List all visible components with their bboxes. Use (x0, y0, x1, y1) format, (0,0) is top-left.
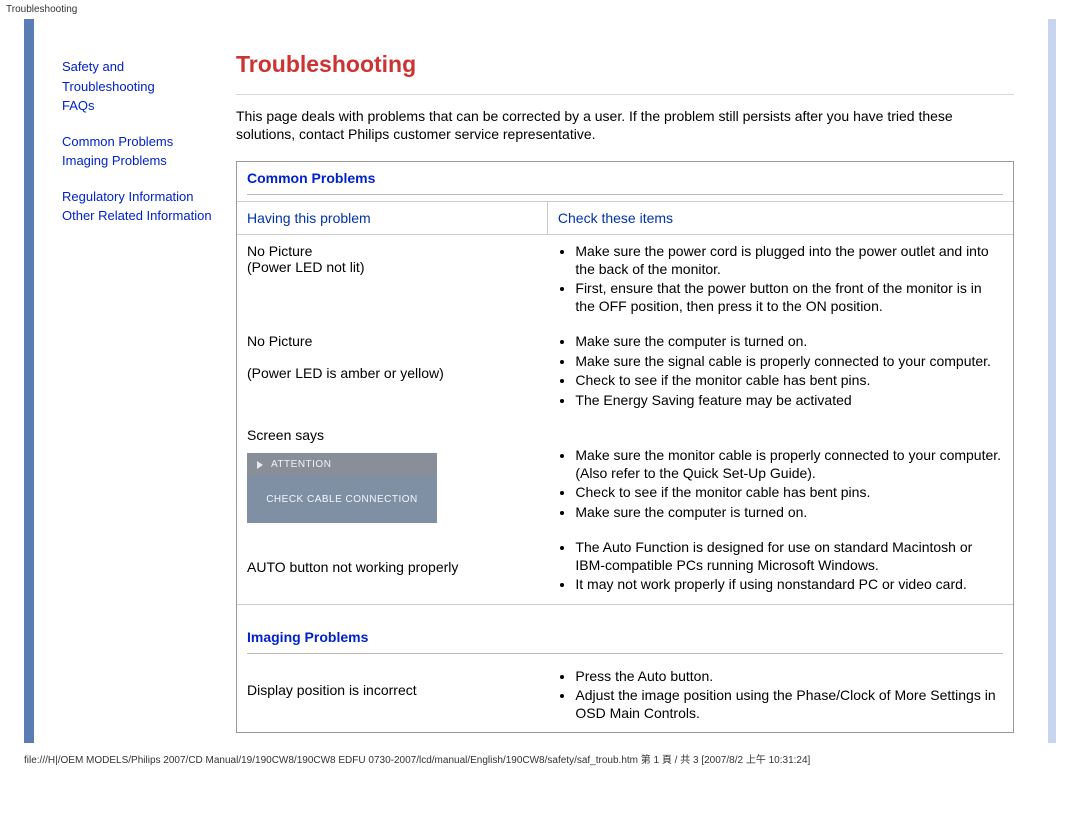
list-item: First, ensure that the power button on t… (575, 280, 1003, 315)
col-header-problem: Having this problem (237, 202, 547, 235)
check-list: Press the Auto button. Adjust the image … (557, 668, 1003, 723)
breadcrumb: Troubleshooting (0, 0, 1080, 19)
check-cell: Make sure the computer is turned on. Mak… (547, 325, 1013, 419)
section-imaging-problems: Imaging Problems (237, 621, 1013, 649)
problem-line: No Picture (247, 333, 537, 349)
check-cell: Make sure the monitor cable is properly … (547, 419, 1013, 531)
list-item: Press the Auto button. (575, 668, 1003, 686)
footer-path: file:///H|/OEM MODELS/Philips 2007/CD Ma… (0, 743, 1080, 770)
table-row: No Picture (Power LED not lit) Make sure… (237, 235, 1013, 326)
list-item: Make sure the computer is turned on. (575, 333, 1003, 351)
section-rule (247, 194, 1003, 195)
check-cell: Make sure the power cord is plugged into… (547, 235, 1013, 326)
table-row: No Picture (Power LED is amber or yellow… (237, 325, 1013, 419)
title-divider (236, 94, 1014, 95)
problem-cell: Display position is incorrect (237, 660, 547, 733)
section-rule (247, 653, 1003, 654)
check-list: Make sure the power cord is plugged into… (557, 243, 1003, 315)
col-header-check: Check these items (547, 202, 1013, 235)
list-item: Adjust the image position using the Phas… (575, 687, 1003, 722)
problem-cell: No Picture (Power LED not lit) (237, 235, 547, 326)
problem-line: (Power LED is amber or yellow) (247, 365, 537, 381)
problems-table: Having this problem Check these items No… (237, 201, 1013, 621)
check-list: Make sure the monitor cable is properly … (557, 447, 1003, 521)
problem-line (247, 349, 537, 365)
intro-text: This page deals with problems that can b… (236, 107, 1014, 143)
table-header-row: Having this problem Check these items (237, 202, 1013, 235)
imaging-table: Display position is incorrect Press the … (237, 660, 1013, 733)
list-item: Check to see if the monitor cable has be… (575, 372, 1003, 390)
sidebar-group-3: Regulatory Information Other Related Inf… (62, 187, 232, 226)
problem-cell: No Picture (Power LED is amber or yellow… (237, 325, 547, 419)
list-item: The Energy Saving feature may be activat… (575, 392, 1003, 410)
sidebar-link-common-problems[interactable]: Common Problems (62, 132, 232, 152)
list-item: The Auto Function is designed for use on… (575, 539, 1003, 574)
sidebar-link-faqs[interactable]: FAQs (62, 96, 232, 116)
attention-body: CHECK CABLE CONNECTION (247, 476, 437, 523)
problem-line: No Picture (247, 243, 537, 259)
list-item: It may not work properly if using nonsta… (575, 576, 1003, 594)
left-gap (34, 19, 62, 743)
sidebar-link-other-related[interactable]: Other Related Information (62, 206, 232, 226)
check-cell: Press the Auto button. Adjust the image … (547, 660, 1013, 733)
left-stripe (24, 19, 34, 743)
sidebar-link-regulatory[interactable]: Regulatory Information (62, 187, 232, 207)
list-item: Make sure the monitor cable is properly … (575, 447, 1003, 482)
check-list: Make sure the computer is turned on. Mak… (557, 333, 1003, 409)
sidebar: Safety and Troubleshooting FAQs Common P… (62, 19, 232, 743)
table-row: AUTO button not working properly The Aut… (237, 531, 1013, 604)
page-wrapper: Safety and Troubleshooting FAQs Common P… (24, 19, 1056, 743)
problem-line: Display position is incorrect (247, 682, 537, 698)
attention-box: ATTENTION CHECK CABLE CONNECTION (247, 453, 437, 523)
problem-cell: Screen says ATTENTION CHECK CABLE CONNEC… (237, 419, 547, 531)
row-separator (237, 604, 1013, 621)
section-common-problems: Common Problems (237, 162, 1013, 190)
list-item: Make sure the power cord is plugged into… (575, 243, 1003, 278)
table-row: Screen says ATTENTION CHECK CABLE CONNEC… (237, 419, 1013, 531)
problem-line: (Power LED not lit) (247, 259, 537, 275)
problem-cell: AUTO button not working properly (237, 531, 547, 604)
table-row: Display position is incorrect Press the … (237, 660, 1013, 733)
page-title: Troubleshooting (236, 51, 1014, 78)
problem-line: Screen says (247, 427, 537, 443)
check-cell: The Auto Function is designed for use on… (547, 531, 1013, 604)
sidebar-group-2: Common Problems Imaging Problems (62, 132, 232, 171)
problem-line: AUTO button not working properly (247, 559, 537, 575)
list-item: Make sure the computer is turned on. (575, 504, 1003, 522)
content-box: Common Problems Having this problem Chec… (236, 161, 1014, 733)
right-stripe (1048, 19, 1056, 743)
sidebar-group-1: Safety and Troubleshooting FAQs (62, 57, 232, 116)
main-content: Troubleshooting This page deals with pro… (232, 19, 1038, 743)
sidebar-link-imaging-problems[interactable]: Imaging Problems (62, 151, 232, 171)
list-item: Check to see if the monitor cable has be… (575, 484, 1003, 502)
sidebar-link-safety-troubleshooting-a[interactable]: Safety and (62, 57, 232, 77)
sidebar-link-safety-troubleshooting-b[interactable]: Troubleshooting (62, 77, 232, 97)
list-item: Make sure the signal cable is properly c… (575, 353, 1003, 371)
attention-head: ATTENTION (247, 453, 437, 476)
check-list: The Auto Function is designed for use on… (557, 539, 1003, 594)
